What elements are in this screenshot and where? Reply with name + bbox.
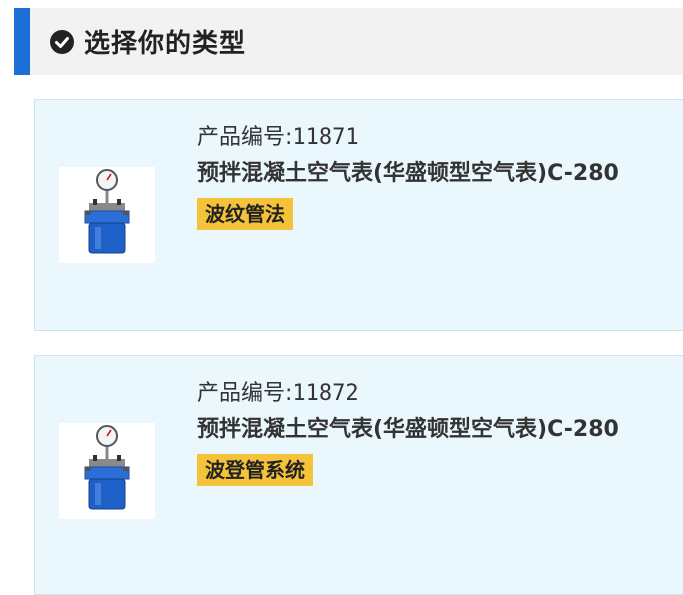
product-name[interactable]: 预拌混凝土空气表(华盛顿型空气表)C-280 [197,412,672,448]
product-code-line: 产品编号:11872 [197,378,677,410]
product-code: 11872 [292,381,359,406]
product-card[interactable]: 产品编号:11871 预拌混凝土空气表(华盛顿型空气表)C-280 波纹管法 [34,99,683,331]
product-card[interactable]: 产品编号:11872 预拌混凝土空气表(华盛顿型空气表)C-280 波登管系统 [34,355,683,595]
product-name[interactable]: 预拌混凝土空气表(华盛顿型空气表)C-280 [197,156,672,192]
check-circle-icon [50,29,74,54]
product-code-line: 产品编号:11871 [197,122,677,154]
product-code: 11871 [292,125,359,150]
product-info: 产品编号:11872 预拌混凝土空气表(华盛顿型空气表)C-280 波登管系统 [197,378,677,486]
section-title: 选择你的类型 [84,29,247,59]
product-info: 产品编号:11871 预拌混凝土空气表(华盛顿型空气表)C-280 波纹管法 [197,122,677,230]
product-type-tag[interactable]: 波纹管法 [197,198,293,230]
product-code-label: 产品编号: [197,381,293,406]
air-meter-icon [59,167,155,263]
product-code-label: 产品编号: [197,125,293,150]
air-meter-icon [59,423,155,519]
section-header: 选择你的类型 [14,8,683,75]
product-type-tag[interactable]: 波登管系统 [197,454,313,486]
